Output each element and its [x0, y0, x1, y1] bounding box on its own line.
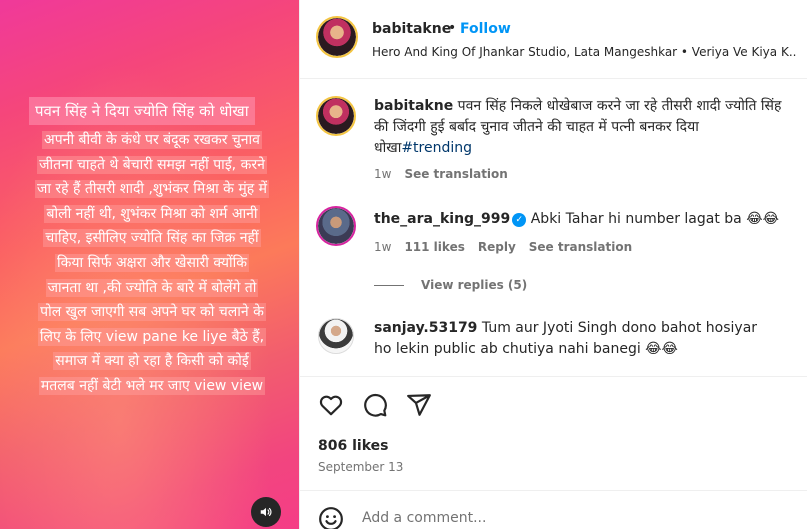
post-date[interactable]: September 13: [318, 460, 403, 474]
reply-button[interactable]: Reply: [478, 240, 516, 254]
caption-time[interactable]: 1w: [374, 167, 391, 181]
comment-meta: 1w 111 likes Reply See translation: [374, 240, 645, 254]
caption-text: babitakne पवन सिंह निकले धोखेबाज करने जा…: [374, 96, 784, 159]
story-title: पवन सिंह ने दिया ज्योति सिंह को धोखा: [29, 97, 255, 125]
separator-dot: •: [448, 20, 457, 36]
view-replies-button[interactable]: View replies (5): [421, 278, 527, 292]
avatar[interactable]: [318, 318, 354, 354]
story-line: समाज में क्या हो रहा है किसी को कोई: [53, 352, 251, 371]
share-icon[interactable]: [406, 392, 432, 418]
avatar[interactable]: [316, 16, 358, 58]
heart-icon[interactable]: [318, 392, 344, 418]
story-line: लिए के लिए view pane ke liye बैठे हैं,: [37, 327, 267, 346]
avatar-image: [318, 208, 354, 244]
mute-button[interactable]: [251, 497, 281, 527]
caption-meta: 1w See translation: [374, 167, 521, 181]
story-line: जा रहे हैं तीसरी शादी ,शुभंकर मिश्रा के …: [34, 180, 270, 199]
post-actions: 806 likes September 13: [300, 376, 807, 486]
avatar-image: [319, 319, 353, 353]
story-line: चाहिए, इसीलिए ज्योति सिंह का जिक्र नहीं: [43, 229, 261, 248]
audio-link[interactable]: Hero And King Of Jhankar Studio, Lata Ma…: [372, 45, 797, 59]
see-translation-link[interactable]: See translation: [529, 240, 632, 254]
avatar-image: [318, 18, 356, 56]
comment-body: Abki Tahar hi number lagat ba 😂😂: [530, 211, 779, 227]
post-header: babitakne • Follow Hero And King Of Jhan…: [300, 0, 807, 79]
comment-icon[interactable]: [362, 392, 388, 418]
verified-badge-icon: ✓: [512, 213, 527, 227]
avatar[interactable]: [316, 96, 356, 136]
speaker-icon: [260, 507, 272, 517]
comment-time[interactable]: 1w: [374, 240, 391, 254]
story-line: किया सिर्फ अक्षरा और खेसारी क्योंकि: [55, 253, 249, 272]
comment-text: the_ara_king_999 ✓ Abki Tahar hi number l…: [374, 209, 794, 230]
follow-button[interactable]: Follow: [460, 21, 511, 37]
replies-divider: [374, 285, 404, 286]
see-translation-link[interactable]: See translation: [404, 167, 507, 181]
add-comment-bar: [300, 490, 807, 529]
post-username[interactable]: babitakne: [372, 21, 451, 37]
story-line: बोली नहीं थी, शुभंकर मिश्रा को शर्म आनी: [44, 204, 260, 223]
emoji-icon[interactable]: [318, 506, 344, 529]
comment-text: sanjay.53179 Tum aur Jyoti Singh dono ba…: [374, 318, 774, 360]
story-line: जीतना चाहते थे बेचारी समझ नहीं पाई, करने: [37, 155, 267, 174]
story-line: जानता था ,की ज्योति के बारे में बोलेंगे …: [45, 278, 259, 297]
story-line: पोल खुल जाएगी सब अपने घर को चलाने के: [38, 303, 266, 322]
avatar[interactable]: [316, 206, 356, 246]
likes-count[interactable]: 806 likes: [318, 438, 388, 454]
story-line: अपनी बीवी के कंधे पर बंदूक रखकर चुनाव: [42, 131, 262, 149]
reel-media[interactable]: पवन सिंह ने दिया ज्योति सिंह को धोखा अपन…: [0, 0, 299, 529]
hashtag-link[interactable]: #trending: [401, 140, 472, 156]
story-body: अपनी बीवी के कंधे पर बंदूक रखकर चुनाव जी…: [21, 128, 283, 399]
comment-likes[interactable]: 111 likes: [404, 240, 464, 254]
comment-username[interactable]: sanjay.53179: [374, 320, 477, 336]
avatar-image: [318, 98, 354, 134]
post-panel: babitakne • Follow Hero And King Of Jhan…: [299, 0, 807, 529]
caption-username[interactable]: babitakne: [374, 98, 453, 114]
comments-section[interactable]: babitakne पवन सिंह निकले धोखेबाज करने जा…: [300, 80, 807, 376]
story-line: मतलब नहीं बेटी भले मर जाए view view: [38, 376, 266, 395]
comment-username[interactable]: the_ara_king_999: [374, 211, 510, 227]
add-comment-input[interactable]: [362, 508, 762, 528]
